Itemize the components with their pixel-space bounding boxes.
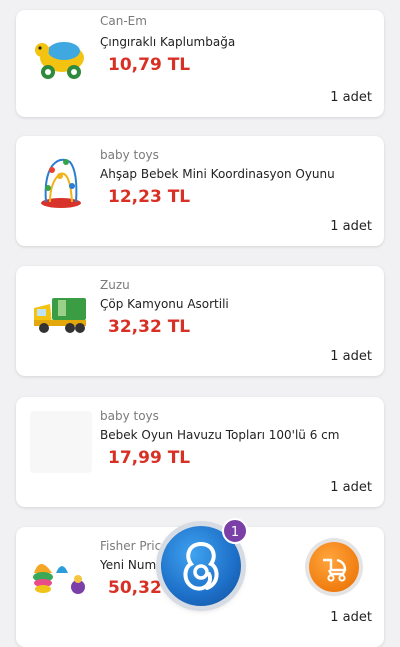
- stacking-cups-icon: [33, 564, 85, 594]
- product-title[interactable]: Bebek Oyun Havuzu Topları 100'lü 6 cm: [100, 428, 339, 442]
- product-quantity: 1 adet: [330, 219, 372, 234]
- stroller-cart-button[interactable]: [309, 542, 359, 592]
- product-title[interactable]: Çöp Kamyonu Asortili: [100, 297, 229, 311]
- product-quantity: 1 adet: [330, 480, 372, 495]
- product-brand: Can-Em: [100, 14, 147, 28]
- bead-maze-icon: [41, 158, 81, 208]
- product-price: 12,23 TL: [108, 187, 191, 207]
- product-card[interactable]: baby toys Bebek Oyun Havuzu Topları 100'…: [16, 397, 384, 507]
- product-price: 10,79 TL: [108, 55, 191, 75]
- product-card[interactable]: Can-Em Çıngıraklı Kaplumbağa 10,79 TL 1 …: [16, 10, 384, 117]
- product-price: 32,32 TL: [108, 317, 191, 337]
- garbage-truck-icon: [34, 298, 86, 333]
- product-price: 50,32: [108, 578, 162, 598]
- product-card[interactable]: Zuzu Çöp Kamyonu Asortili 32,32 TL 1 ade…: [16, 266, 384, 376]
- product-brand: baby toys: [100, 148, 159, 162]
- ball-pit-icon: [30, 411, 92, 473]
- product-quantity: 1 adet: [330, 610, 372, 625]
- product-brand: baby toys: [100, 409, 159, 423]
- product-quantity: 1 adet: [330, 90, 372, 105]
- turtle-toy-icon: [35, 42, 84, 79]
- product-card[interactable]: baby toys Ahşap Bebek Mini Koordinasyon …: [16, 136, 384, 246]
- notification-badge: 1: [222, 518, 248, 544]
- product-brand: Zuzu: [100, 278, 130, 292]
- product-price: 17,99 TL: [108, 448, 191, 468]
- stroller-icon: [323, 558, 347, 582]
- product-title[interactable]: Yeni Numa: [100, 558, 164, 572]
- product-title[interactable]: Çıngıraklı Kaplumbağa: [100, 35, 235, 49]
- product-title[interactable]: Ahşap Bebek Mini Koordinasyon Oyunu: [100, 167, 335, 181]
- product-quantity: 1 adet: [330, 349, 372, 364]
- product-brand: Fisher Price: [100, 539, 169, 553]
